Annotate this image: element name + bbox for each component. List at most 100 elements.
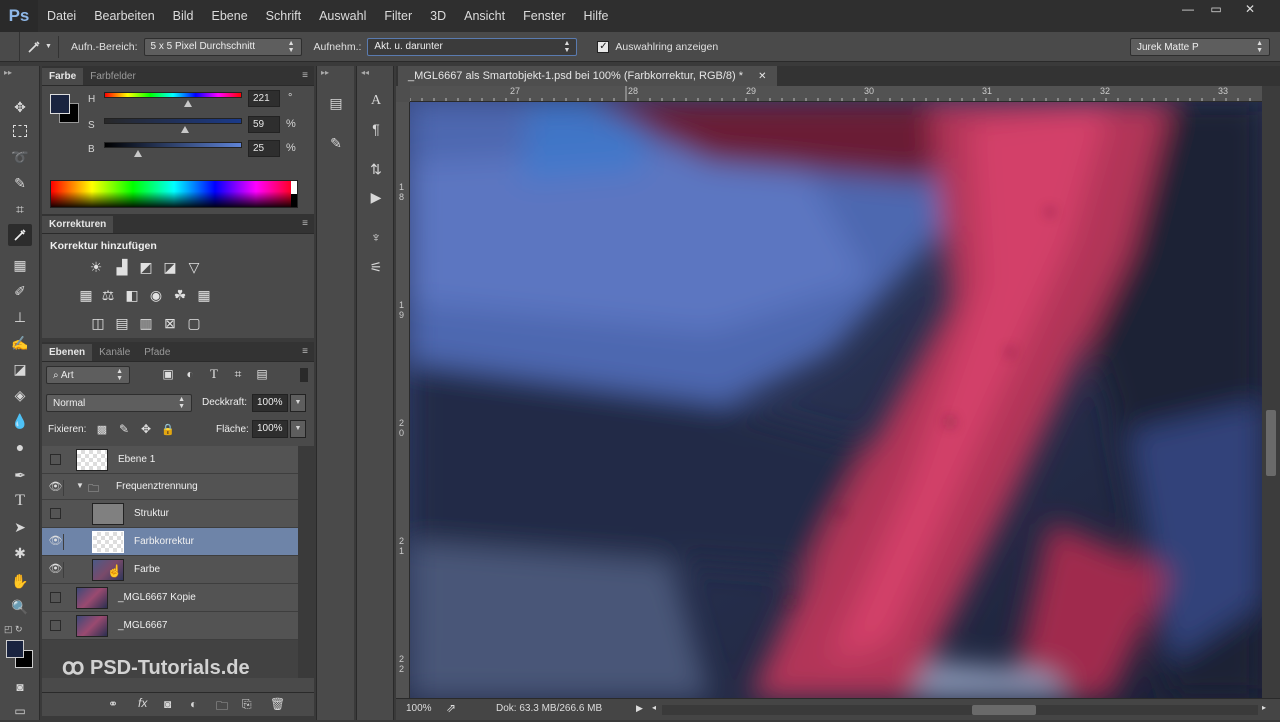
tab-korrekturen[interactable]: Korrekturen (42, 216, 114, 233)
layer-name[interactable]: Frequenztrennung (116, 481, 198, 492)
selective-color-icon[interactable]: ▢ (184, 314, 204, 332)
lasso-tool-icon[interactable]: ➰ (8, 146, 32, 168)
scroll-left-icon[interactable]: ◂ (652, 703, 656, 712)
black-white-icon[interactable]: ◧ (122, 286, 142, 304)
add-mask-icon[interactable]: ◙ (164, 697, 171, 711)
brightness-slider[interactable] (104, 142, 242, 148)
panel-menu-icon[interactable]: ≡ (302, 70, 308, 81)
hand-tool-icon[interactable]: ✋ (8, 570, 32, 592)
color-foreground-swatch[interactable] (50, 94, 70, 114)
color-spectrum-ramp[interactable] (50, 180, 298, 208)
exposure-icon[interactable]: ◪ (160, 258, 180, 276)
screen-mode-icon[interactable]: ▭ (8, 700, 32, 722)
brush-presets-icon[interactable]: ✎ (324, 132, 348, 154)
eye-icon[interactable]: 👁 (48, 534, 64, 550)
tab-farbe[interactable]: Farbe (42, 68, 84, 85)
tab-kanaele[interactable]: Kanäle (92, 344, 137, 361)
menu-ansicht[interactable]: Ansicht (455, 0, 514, 32)
menu-bearbeiten[interactable]: Bearbeiten (85, 0, 163, 32)
panel-menu-icon[interactable]: ≡ (302, 346, 308, 357)
workspace-dropdown[interactable]: Jurek Matte P ▲ ▼ (1130, 38, 1270, 56)
document-canvas[interactable] (410, 102, 1262, 698)
layer-filter-dropdown[interactable]: ⌕ Art ▲ ▼ (46, 366, 130, 384)
marquee-tool-icon[interactable] (8, 120, 32, 142)
lock-transparent-icon[interactable]: ▩ (92, 420, 112, 438)
new-layer-icon[interactable]: ⎘ (242, 697, 252, 712)
lock-all-icon[interactable]: 🔒 (158, 420, 178, 438)
properties-panel-icon[interactable]: ⚟ (364, 256, 388, 278)
character-panel-icon[interactable]: A (364, 90, 388, 112)
ruler-vertical[interactable]: 1 8 1 9 2 0 2 1 2 2 (396, 102, 410, 698)
actions-play-icon[interactable]: ▶ (364, 186, 388, 208)
filter-toggle[interactable] (300, 368, 308, 382)
expand-arrows-icon[interactable]: ▸▸ (321, 68, 329, 77)
eye-icon[interactable]: 👁 (48, 480, 64, 496)
filter-shape-icon[interactable]: ⌗ (228, 365, 248, 383)
layer-name[interactable]: Ebene 1 (118, 454, 155, 465)
hue-saturation-icon[interactable]: ▦ (76, 286, 96, 304)
posterize-icon[interactable]: ▤ (112, 314, 132, 332)
invert-icon[interactable]: ◫ (88, 314, 108, 332)
lock-position-icon[interactable]: ✥ (136, 420, 156, 438)
ruler-horizontal[interactable]: 27 28 29 30 31 32 33 (410, 86, 1262, 102)
levels-icon[interactable]: ▟ (112, 258, 132, 276)
visibility-toggle-off[interactable] (50, 620, 61, 631)
menu-auswahl[interactable]: Auswahl (310, 0, 375, 32)
filter-type-icon[interactable]: T (204, 365, 224, 383)
h-value[interactable]: 221 (248, 90, 280, 107)
healing-brush-tool-icon[interactable]: ▦ (8, 254, 32, 276)
new-adjustment-icon[interactable]: ◐ (190, 697, 197, 711)
history-panel-icon[interactable]: ▤ (324, 92, 348, 114)
color-lookup-icon[interactable]: ▦ (194, 286, 214, 304)
menu-bild[interactable]: Bild (164, 0, 203, 32)
horizontal-scroll-thumb[interactable] (972, 705, 1036, 715)
layer-name[interactable]: Farbe (134, 564, 160, 575)
horizontal-scrollbar[interactable] (662, 705, 1258, 715)
fill-value[interactable]: 100% (252, 420, 288, 438)
color-balance-icon[interactable]: ⚖ (98, 286, 118, 304)
clone-source-icon[interactable]: ⇅ (364, 158, 388, 180)
menu-filter[interactable]: Filter (375, 0, 421, 32)
saturation-slider-thumb[interactable] (181, 126, 189, 133)
quick-selection-tool-icon[interactable]: ✎ (8, 172, 32, 194)
b-value[interactable]: 25 (248, 140, 280, 157)
new-group-icon[interactable]: 🗀 (216, 697, 228, 718)
vertical-scroll-thumb[interactable] (1266, 410, 1276, 476)
tool-presets-icon[interactable]: ♆ (364, 226, 388, 248)
blend-mode-dropdown[interactable]: Normal ▲ ▼ (46, 394, 192, 412)
link-layers-icon[interactable]: ⚭ (108, 697, 118, 711)
vertical-scrollbar[interactable] (1262, 86, 1280, 698)
hue-slider[interactable] (104, 92, 242, 98)
share-icon[interactable]: ⇗ (446, 701, 456, 715)
trash-icon[interactable]: 🗑 (270, 697, 285, 711)
layers-scrollbar[interactable] (298, 446, 314, 678)
opacity-value[interactable]: 100% (252, 394, 288, 412)
lock-image-icon[interactable]: ✎ (114, 420, 134, 438)
menu-ebene[interactable]: Ebene (203, 0, 257, 32)
brightness-slider-thumb[interactable] (134, 150, 142, 157)
brightness-contrast-icon[interactable]: ☀ (86, 258, 106, 276)
eyedropper-tool-icon[interactable] (8, 224, 32, 246)
layer-name[interactable]: _MGL6667 (118, 620, 167, 631)
saturation-slider[interactable] (104, 118, 242, 124)
layer-name[interactable]: _MGL6667 Kopie (118, 592, 196, 603)
layer-style-icon[interactable]: fx (138, 696, 147, 710)
vibrance-icon[interactable]: ▽ (184, 258, 204, 276)
close-tab-icon[interactable]: ✕ (758, 71, 766, 82)
filter-adjustment-icon[interactable]: ◐ (180, 365, 200, 383)
photo-filter-icon[interactable]: ◉ (146, 286, 166, 304)
restore-button[interactable]: ▭ (1200, 0, 1232, 18)
gradient-map-icon[interactable]: ⊠ (160, 314, 180, 332)
filter-smart-object-icon[interactable]: ▤ (252, 365, 272, 383)
sample-dropdown[interactable]: Akt. u. darunter ▲ ▼ (367, 37, 578, 56)
default-colors-icon[interactable]: ◰ ↻ (4, 624, 23, 635)
curves-icon[interactable]: ◩ (136, 258, 156, 276)
collapse-arrows-icon[interactable]: ▸▸ (4, 68, 12, 77)
foreground-color-swatch[interactable] (6, 640, 24, 658)
layer-name[interactable]: Struktur (134, 508, 169, 519)
layer-row[interactable]: _MGL6667 Kopie (42, 584, 298, 612)
menu-3d[interactable]: 3D (421, 0, 455, 32)
brush-tool-icon[interactable]: ✐ (8, 280, 32, 302)
sample-size-dropdown[interactable]: 5 x 5 Pixel Durchschnitt ▲ ▼ (143, 37, 302, 56)
group-expand-icon[interactable]: ▼ (76, 481, 84, 490)
